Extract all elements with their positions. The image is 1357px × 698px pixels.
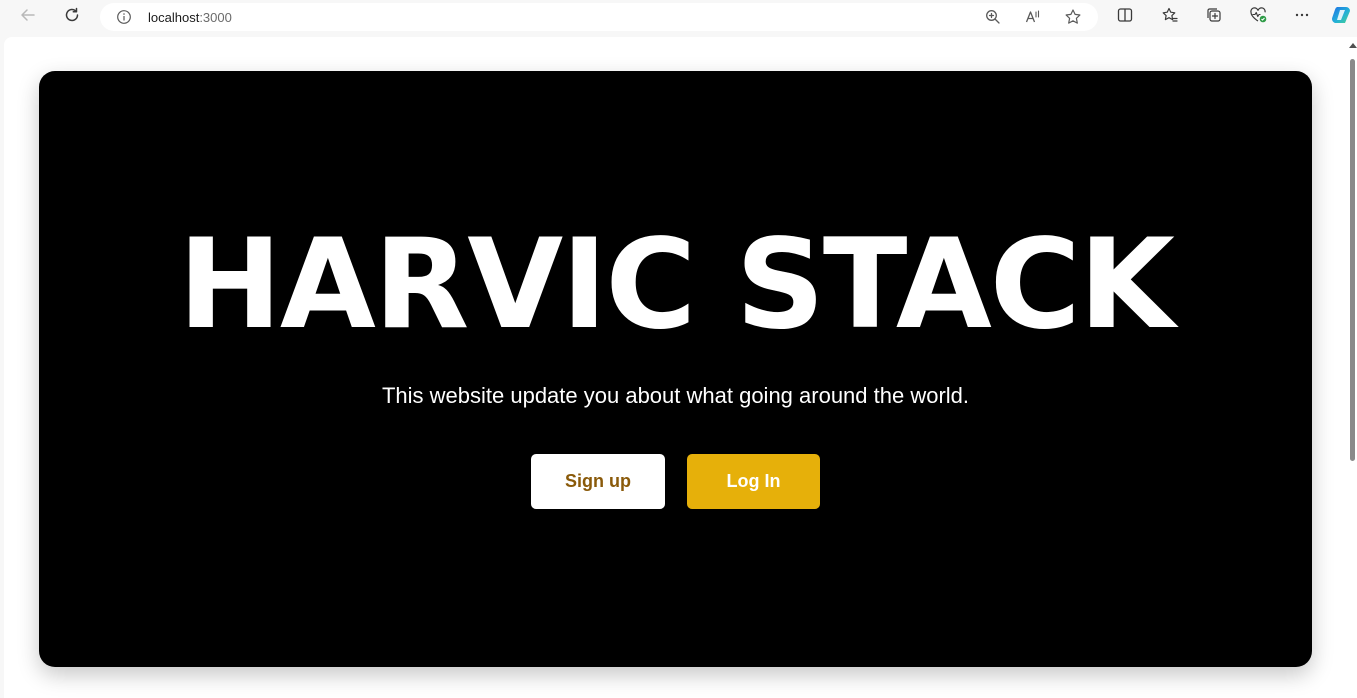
scrollbar[interactable]: [1347, 37, 1357, 698]
page-viewport: HARVIC STACK This website update you abo…: [4, 37, 1347, 698]
more-icon: [1293, 6, 1311, 29]
back-button[interactable]: [14, 4, 42, 30]
hero-subtitle: This website update you about what going…: [381, 383, 970, 408]
split-screen-button[interactable]: [1111, 4, 1139, 30]
refresh-icon: [63, 6, 81, 29]
address-url[interactable]: localhost:3000: [148, 10, 232, 25]
scroll-thumb[interactable]: [1350, 59, 1355, 461]
info-icon[interactable]: [116, 9, 132, 25]
heart-pulse-icon: [1249, 6, 1267, 29]
star-icon[interactable]: [1064, 8, 1082, 26]
login-button[interactable]: Log In: [687, 454, 820, 509]
performance-button[interactable]: [1244, 4, 1272, 30]
hero-title: HARVIC STACK: [178, 213, 1175, 357]
favorites-button[interactable]: [1156, 4, 1184, 30]
browser-toolbar: localhost:3000: [0, 0, 1357, 34]
collections-button[interactable]: [1200, 4, 1228, 30]
more-button[interactable]: [1288, 4, 1316, 30]
address-host: localhost: [148, 10, 200, 25]
scroll-up-arrow[interactable]: [1349, 43, 1357, 48]
read-aloud-icon[interactable]: [1024, 8, 1042, 26]
address-port: :3000: [199, 10, 232, 25]
favorites-icon: [1161, 6, 1179, 29]
signup-button[interactable]: Sign up: [531, 454, 665, 509]
copilot-icon: [1331, 4, 1353, 31]
split-screen-icon: [1116, 6, 1134, 29]
zoom-icon[interactable]: [984, 8, 1002, 26]
collections-icon: [1205, 6, 1223, 29]
copilot-button[interactable]: [1329, 4, 1355, 30]
hero-section: HARVIC STACK This website update you abo…: [39, 71, 1312, 667]
refresh-button[interactable]: [58, 4, 86, 30]
address-bar[interactable]: localhost:3000: [100, 3, 1098, 31]
arrow-left-icon: [19, 6, 37, 29]
